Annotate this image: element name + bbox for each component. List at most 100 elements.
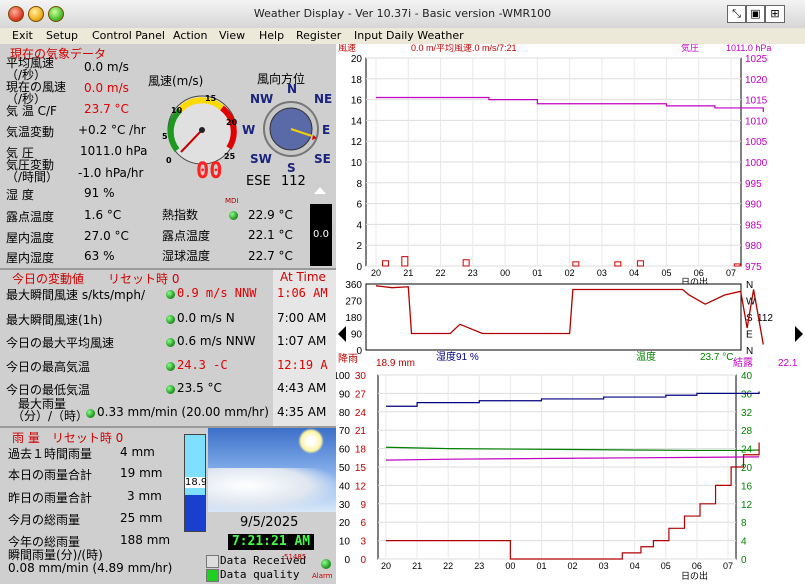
chart1-ytick-right: 1020 [745,75,768,86]
rain-header: 雨 量 リセット時 0 [12,431,124,445]
chart3-ytick-left: 60 [339,445,351,456]
chart3-ytick-left: 0 [344,555,350,566]
gauge-tick-25: 25 [224,152,236,161]
menu-control-panel[interactable]: Control Panel [92,29,165,42]
status-panel: 9/5/2025 7:21:21 AM Data Received Data q… [206,428,336,584]
alarm-indicator-icon[interactable] [321,559,331,569]
chart3-ytick-mid: 6 [360,518,366,529]
chart2-ytick-right: N [746,280,753,291]
current-conditions-panel: 現在の気象データ 平均風速 （/秒） 0.0 m/s 現在の風速 （/秒） 0.… [0,44,336,268]
chart1-ytick-right: 975 [745,262,762,273]
today-row-3-value: 24.3 -C [177,358,228,372]
chart3-ytick-left: 100 [336,371,350,382]
chart2-left-arrow-icon [338,326,346,342]
chart1-xtick: 01 [532,268,542,278]
chart3-ytick-mid: 3 [360,537,366,548]
chart3-xtick: 04 [630,561,640,571]
date-display: 9/5/2025 [240,515,299,530]
chart3-ytick-right: 20 [741,463,753,474]
rain-row-0-value: 4 mm [120,445,155,459]
chart3-ytick-right: 36 [741,389,753,400]
restore-icon[interactable]: ▣ [746,5,765,23]
chart1-ytick-right: 980 [745,241,762,252]
menu-register[interactable]: Register [296,29,341,42]
data-received-checkbox[interactable] [206,555,219,568]
chart1-ytick-left: 18 [351,75,363,86]
chart3-ytick-right: 28 [741,426,753,437]
rain-row-0-label: 過去１時間雨量 [8,447,93,461]
chart3-rain-label: 降雨 [338,352,358,365]
chart1-title-mid: 0.0 m/平均風速.0 m/s/7:21 [411,44,517,53]
chart3-ytick-right: 40 [741,371,753,382]
chart3-rain-value: 18.9 mm [376,358,415,369]
chart1-ytick-left: 4 [356,220,362,231]
layout-icon[interactable]: ⊞ [765,5,785,23]
chart1-ytick-right: 995 [745,179,762,190]
chart3-ytick-mid: 15 [355,463,367,474]
wind-direction-compass [263,101,319,157]
rain-panel: 雨 量 リセット時 0 過去１時間雨量 4 mm 本日の雨量合計 19 mm 昨… [0,428,207,584]
chart3-xtick: 23 [474,561,484,571]
menu-action[interactable]: Action [173,29,207,42]
compass-s: S [287,161,296,175]
chart3-ytick-left: 30 [339,500,351,511]
data-quality-checkbox[interactable] [206,569,219,582]
humidity-value: 91 % [84,186,115,200]
at-time-header: At Time [280,270,326,284]
compass-n: N [287,82,298,96]
menu-view[interactable]: View [219,29,245,42]
chart3-hum-value: 91 % [456,352,479,363]
status-dot-icon [166,290,175,299]
solar-box: 0.0 [310,204,332,266]
chart1-title-left: 風速 [338,44,356,53]
up-arrow-icon[interactable] [309,187,331,195]
today-row-5-label: 最大雨量 （分）/（時） [18,397,89,423]
status-dot-icon [166,385,175,394]
rain-row-3-value: 25 mm [120,511,163,525]
today-row-1-value: 0.0 m/s N [177,311,235,325]
pressure-value: 1011.0 hPa [80,144,148,158]
gauge-tick-10: 10 [171,106,183,115]
rain-row-3-label: 今月の総雨量 [8,513,81,527]
menu-setup[interactable]: Setup [46,29,78,42]
time-display: 7:21:21 AM [228,534,314,550]
rain-row-2-value: 3 mm [127,489,162,503]
today-row-0-time: 1:06 AM [277,286,328,300]
chart1-xtick: 02 [565,268,575,278]
resize-icon[interactable]: ⤡ [727,5,746,23]
today-row-1-time: 7:00 AM [277,311,327,325]
menu-input-daily-weather[interactable]: Input Daily Weather [354,29,464,42]
chart3-ytick-right: 16 [741,481,753,492]
chart1-xtick: 05 [661,268,671,278]
sun-icon [298,428,324,454]
dew-value: 1.6 °C [84,208,122,222]
chart1-ytick-right: 1025 [745,54,768,65]
wind-speed-title: 風速(m/s) [148,74,204,88]
wetbulb-label: 湿球温度 [162,249,211,263]
humidity-label: 湿 度 [6,188,34,202]
chart1-ytick-right: 1000 [745,158,768,169]
chart3-ytick-right: 8 [741,518,747,529]
rain-row-1-label: 本日の雨量合計 [8,468,93,482]
menu-exit[interactable]: Exit [12,29,33,42]
chart3-ytick-mid: 18 [355,445,367,456]
chart3-ytick-mid: 27 [355,389,367,400]
chart3-ytick-left: 20 [339,518,351,529]
temp-value: 23.7 °C [84,102,129,116]
status-dot-icon [166,315,175,324]
chart3-ytick-mid: 21 [355,426,367,437]
chart3-ytick-mid: 12 [355,481,367,492]
temp-change-label: 気温変動 [6,125,55,139]
temp-label: 気 温 C/F [6,104,57,118]
rain-row-4-value: 188 mm [120,533,171,547]
compass-sw: SW [250,152,272,166]
dew2-value: 22.1 °C [248,228,293,242]
status-dot-icon [166,338,175,347]
gauge-tick-5: 5 [162,132,168,141]
chart3-ytick-left: 70 [339,426,351,437]
chart3-xtick: 02 [568,561,578,571]
menu-help[interactable]: Help [259,29,284,42]
chart3-ytick-right: 0 [741,555,747,566]
chart3-ytick-right: 12 [741,500,753,511]
chart3-xtick: 01 [536,561,546,571]
